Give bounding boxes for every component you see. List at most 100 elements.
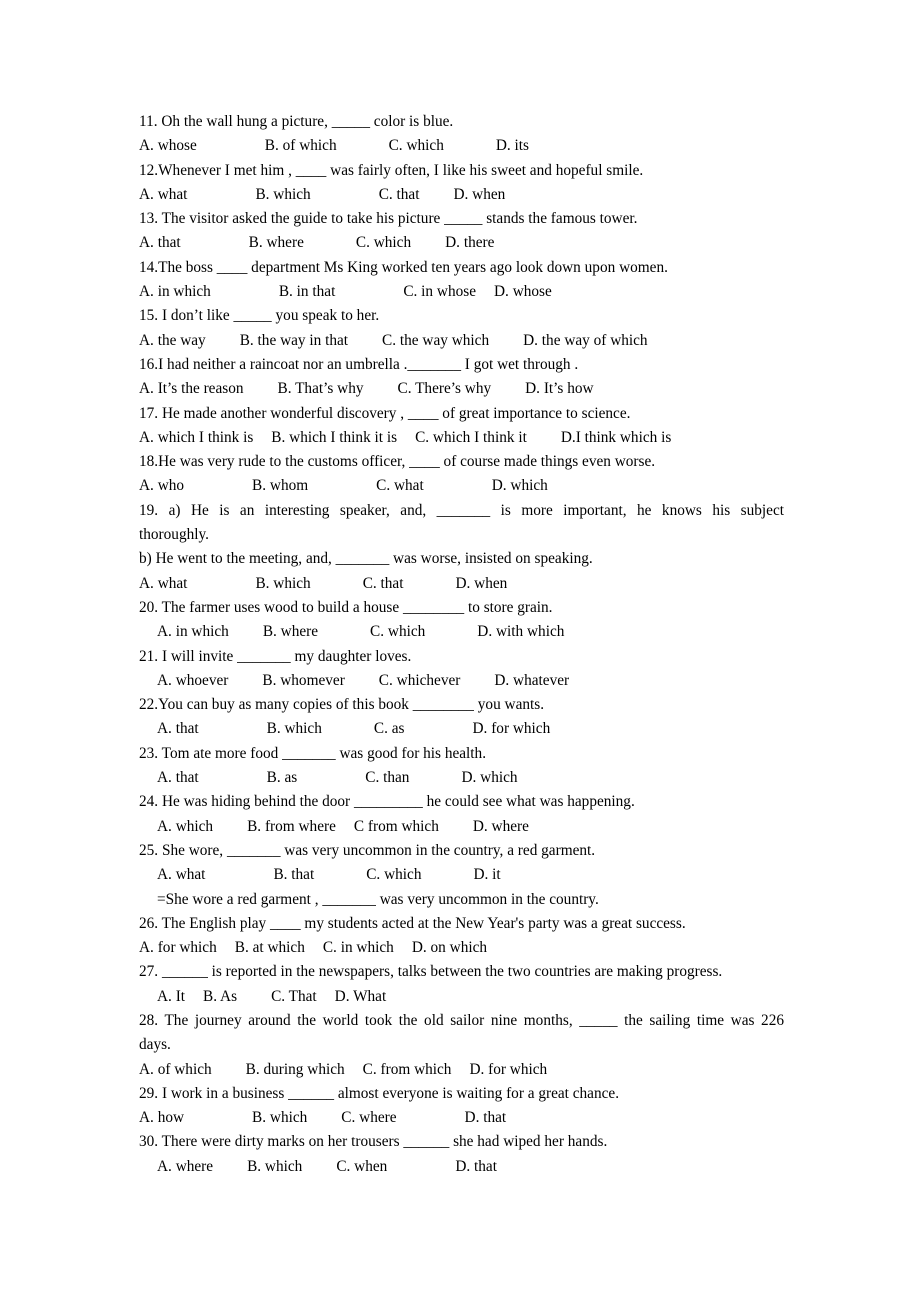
option-b-13[interactable]: B. where bbox=[249, 234, 304, 251]
question-stem-25: 25. She wore, _______ was very uncommon … bbox=[139, 841, 596, 859]
option-d-30[interactable]: D. that bbox=[455, 1158, 497, 1175]
option-a-16[interactable]: A. It’s the reason bbox=[139, 380, 244, 397]
option-b-24[interactable]: B. from where bbox=[247, 818, 336, 835]
option-c-30[interactable]: C. when bbox=[336, 1158, 387, 1175]
option-c-12[interactable]: C. that bbox=[379, 186, 420, 203]
option-b-29[interactable]: B. which bbox=[252, 1109, 307, 1126]
option-c-15[interactable]: C. the way which bbox=[382, 332, 489, 349]
option-d-19[interactable]: D. when bbox=[455, 575, 507, 592]
option-b-23[interactable]: B. as bbox=[267, 769, 298, 786]
option-b-26[interactable]: B. at which bbox=[235, 939, 305, 956]
question-options-13: A. that B. where C. which D. there bbox=[139, 231, 784, 255]
option-d-23[interactable]: D. which bbox=[461, 769, 517, 786]
option-d-29[interactable]: D. that bbox=[465, 1109, 507, 1126]
option-d-13[interactable]: D. there bbox=[445, 234, 494, 251]
option-b-19[interactable]: B. which bbox=[255, 575, 310, 592]
option-a-27[interactable]: A. It bbox=[157, 988, 185, 1005]
question-stem-18: 18.He was very rude to the customs offic… bbox=[139, 453, 656, 471]
option-b-27[interactable]: B. As bbox=[203, 988, 237, 1005]
option-b-11[interactable]: B. of which bbox=[265, 137, 337, 154]
option-a-14[interactable]: A. in which bbox=[139, 283, 211, 300]
question-stem-19a-line1: 19. a) He is an interesting speaker, and… bbox=[139, 501, 784, 519]
option-a-20[interactable]: A. in which bbox=[157, 623, 229, 640]
option-b-16[interactable]: B. That’s why bbox=[278, 380, 364, 397]
question-stem-23: 23. Tom ate more food _______ was good f… bbox=[139, 744, 487, 762]
option-d-25[interactable]: D. it bbox=[473, 866, 500, 883]
question-options-29: A. how B. which C. where D. that bbox=[139, 1106, 784, 1130]
option-d-12[interactable]: D. when bbox=[453, 186, 505, 203]
option-a-26[interactable]: A. for which bbox=[139, 939, 217, 956]
question-options-11: A. whose B. of which C. which D. its bbox=[139, 134, 784, 158]
question-stem-30: 30. There were dirty marks on her trouse… bbox=[139, 1133, 608, 1151]
question-stem-19a-line2: thoroughly. bbox=[139, 526, 209, 544]
question-stem-16: 16.I had neither a raincoat nor an umbre… bbox=[139, 355, 579, 373]
question-options-17: A. which I think is B. which I think it i… bbox=[139, 426, 784, 450]
option-d-22[interactable]: D. for which bbox=[473, 720, 551, 737]
question-stem-19b: b) He went to the meeting, and, _______ … bbox=[139, 550, 593, 568]
option-c-28[interactable]: C. from which bbox=[363, 1061, 452, 1078]
option-a-19[interactable]: A. what bbox=[139, 575, 187, 592]
option-c-27[interactable]: C. That bbox=[271, 988, 317, 1005]
option-d-21[interactable]: D. whatever bbox=[494, 672, 569, 689]
option-c-22[interactable]: C. as bbox=[374, 720, 405, 737]
option-c-16[interactable]: C. There’s why bbox=[398, 380, 492, 397]
option-a-24[interactable]: A. which bbox=[157, 818, 213, 835]
question-stem-11: 11. Oh the wall hung a picture, _____ co… bbox=[139, 113, 454, 130]
option-a-29[interactable]: A. how bbox=[139, 1109, 184, 1126]
option-b-21[interactable]: B. whomever bbox=[262, 672, 344, 689]
option-c-24[interactable]: C from which bbox=[354, 818, 439, 835]
option-b-22[interactable]: B. which bbox=[267, 720, 322, 737]
option-d-15[interactable]: D. the way of which bbox=[523, 332, 647, 349]
option-a-17[interactable]: A. which I think is bbox=[139, 429, 253, 446]
question-stem-13: 13. The visitor asked the guide to take … bbox=[139, 210, 638, 228]
option-c-20[interactable]: C. which bbox=[370, 623, 425, 640]
question-options-25: A. what B. that C. which D. it bbox=[139, 863, 784, 887]
option-a-18[interactable]: A. who bbox=[139, 477, 184, 494]
option-a-21[interactable]: A. whoever bbox=[157, 672, 228, 689]
option-b-15[interactable]: B. the way in that bbox=[240, 332, 348, 349]
option-b-25[interactable]: B. that bbox=[273, 866, 314, 883]
option-a-28[interactable]: A. of which bbox=[139, 1061, 212, 1078]
option-c-23[interactable]: C. than bbox=[365, 769, 409, 786]
option-b-20[interactable]: B. where bbox=[263, 623, 318, 640]
option-d-27[interactable]: D. What bbox=[335, 988, 387, 1005]
question-options-26: A. for which B. at which C. in which D. on … bbox=[139, 936, 784, 960]
option-b-14[interactable]: B. in that bbox=[279, 283, 336, 300]
question-stem-21: 21. I will invite _______ my daughter lo… bbox=[139, 647, 412, 665]
option-a-23[interactable]: A. that bbox=[157, 769, 199, 786]
option-b-30[interactable]: B. which bbox=[247, 1158, 302, 1175]
option-b-28[interactable]: B. during which bbox=[246, 1061, 345, 1078]
option-d-28[interactable]: D. for which bbox=[469, 1061, 547, 1078]
option-c-13[interactable]: C. which bbox=[356, 234, 411, 251]
option-c-17[interactable]: C. which I think it bbox=[415, 429, 527, 446]
option-b-17[interactable]: B. which I think it is bbox=[271, 429, 397, 446]
option-d-20[interactable]: D. with which bbox=[477, 623, 564, 640]
option-a-13[interactable]: A. that bbox=[139, 234, 181, 251]
option-a-15[interactable]: A. the way bbox=[139, 332, 206, 349]
option-d-16[interactable]: D. It’s how bbox=[525, 380, 593, 397]
question-stem-15: 15. I don’t like _____ you speak to her. bbox=[139, 307, 380, 325]
option-b-12[interactable]: B. which bbox=[255, 186, 310, 203]
option-c-26[interactable]: C. in which bbox=[323, 939, 394, 956]
option-c-29[interactable]: C. where bbox=[341, 1109, 396, 1126]
option-c-11[interactable]: C. which bbox=[389, 137, 444, 154]
option-d-18[interactable]: D. which bbox=[492, 477, 548, 494]
option-a-22[interactable]: A. that bbox=[157, 720, 199, 737]
option-c-18[interactable]: C. what bbox=[376, 477, 424, 494]
option-d-14[interactable]: D. whose bbox=[494, 283, 552, 300]
question-stem-29: 29. I work in a business ______ almost e… bbox=[139, 1084, 620, 1102]
option-d-24[interactable]: D. where bbox=[473, 818, 529, 835]
option-a-12[interactable]: A. what bbox=[139, 186, 187, 203]
option-a-25[interactable]: A. what bbox=[157, 866, 205, 883]
option-a-30[interactable]: A. where bbox=[157, 1158, 213, 1175]
option-c-25[interactable]: C. which bbox=[366, 866, 421, 883]
option-b-18[interactable]: B. whom bbox=[252, 477, 308, 494]
option-c-21[interactable]: C. whichever bbox=[379, 672, 461, 689]
option-d-11[interactable]: D. its bbox=[496, 137, 529, 154]
option-c-14[interactable]: C. in whose bbox=[403, 283, 476, 300]
option-a-11[interactable]: A. whose bbox=[139, 137, 197, 154]
question-options-21: A. whoever B. whomever C. whichever D. what… bbox=[139, 669, 784, 693]
option-d-26[interactable]: D. on which bbox=[412, 939, 487, 956]
option-d-17[interactable]: D.I think which is bbox=[561, 429, 671, 446]
option-c-19[interactable]: C. that bbox=[363, 575, 404, 592]
